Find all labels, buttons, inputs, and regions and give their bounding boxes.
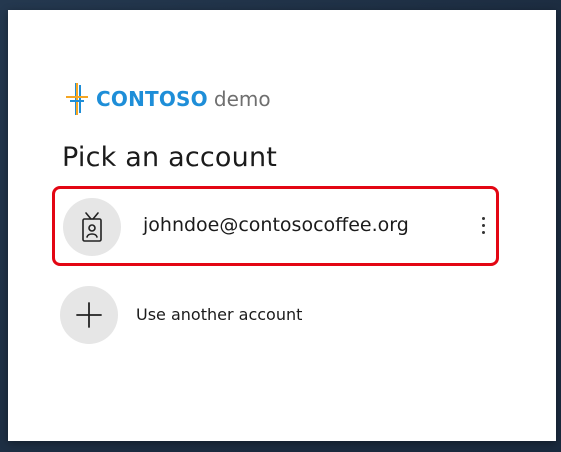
- account-item-johndoe[interactable]: johndoe@contosocoffee.org: [52, 186, 499, 266]
- use-another-account-button[interactable]: Use another account: [60, 286, 480, 346]
- more-options-icon[interactable]: [476, 211, 490, 239]
- use-another-account-label: Use another account: [136, 305, 303, 324]
- id-badge-icon: [63, 198, 121, 256]
- brand-suffix: demo: [213, 87, 271, 111]
- brand-logo: CONTOSO demo: [66, 83, 271, 115]
- account-picker-dialog: CONTOSO demo Pick an account johndoe@con…: [8, 10, 556, 441]
- plus-icon: [60, 286, 118, 344]
- brand-name: CONTOSO: [96, 87, 208, 111]
- contoso-logo-icon: [66, 83, 88, 115]
- page-title: Pick an account: [62, 142, 278, 173]
- account-email: johndoe@contosocoffee.org: [143, 214, 409, 236]
